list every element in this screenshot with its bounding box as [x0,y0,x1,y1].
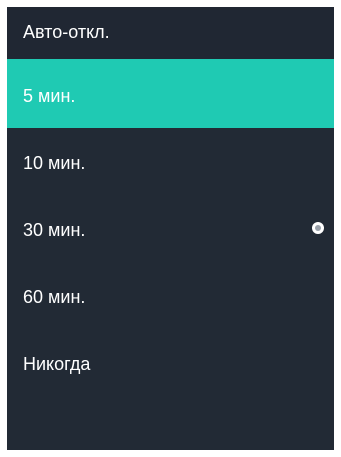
panel-header: Авто-откл. [7,7,334,59]
menu-item-label: 60 мин. [23,287,86,307]
menu-item-10-min[interactable]: 10 мин. [7,128,334,195]
menu-item-never[interactable]: Никогда [7,329,334,396]
auto-off-menu: 5 мин. 10 мин. 30 мин. 60 мин. Никогда [7,61,334,396]
menu-item-60-min[interactable]: 60 мин. [7,262,334,329]
menu-item-30-min[interactable]: 30 мин. [7,195,334,262]
menu-item-label: 10 мин. [23,153,86,173]
menu-item-label: 30 мин. [23,220,86,240]
menu-item-label: 5 мин. [23,86,76,106]
panel-title: Авто-откл. [23,22,110,42]
menu-item-5-min[interactable]: 5 мин. [7,61,334,128]
menu-item-label: Никогда [23,354,91,374]
auto-off-panel: Авто-откл. 5 мин. 10 мин. 30 мин. 60 мин… [7,7,334,450]
radio-selected-icon [312,222,324,234]
